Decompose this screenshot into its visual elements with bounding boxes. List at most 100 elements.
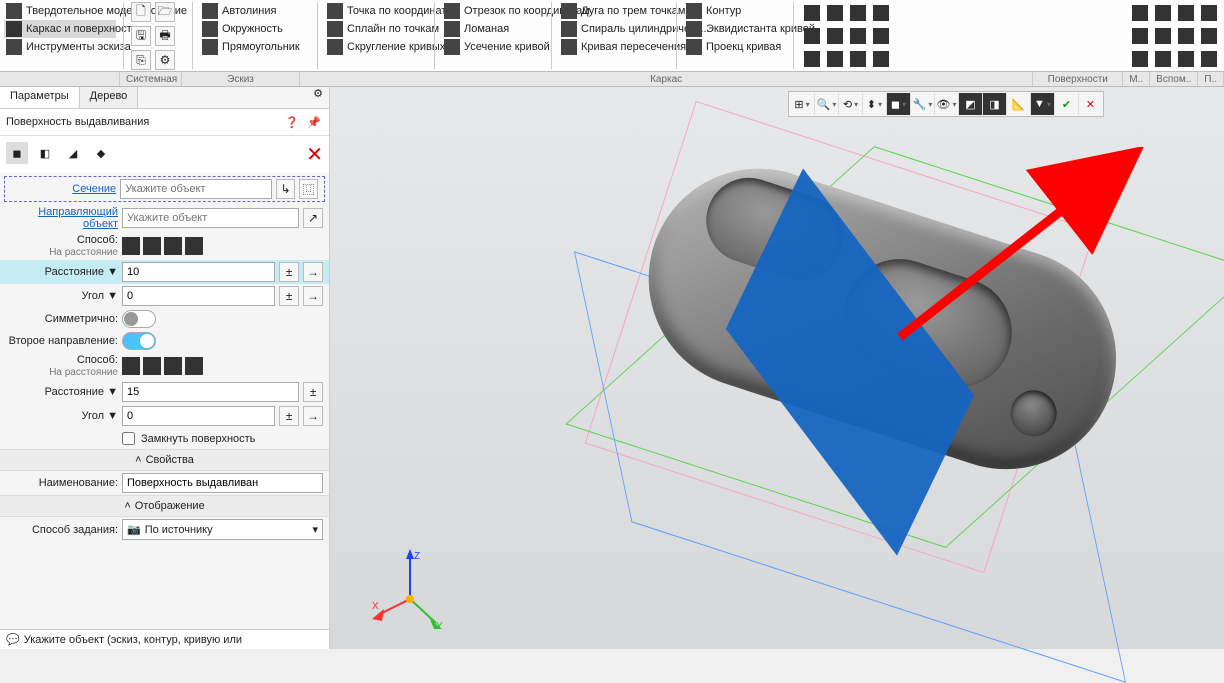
tool-contour[interactable]: Контур [684, 2, 786, 20]
tool-offset-curve[interactable]: Эквидистанта кривой [684, 20, 786, 38]
section-select-icon[interactable]: ↳ [276, 179, 295, 199]
tool-autoline[interactable]: Автолиния [200, 2, 310, 20]
surface-tool-7[interactable] [847, 25, 869, 47]
name-input[interactable] [122, 473, 323, 493]
print-icon[interactable]: 🖶 [155, 26, 175, 46]
method2-2[interactable] [143, 357, 161, 375]
surface-tool-3[interactable] [847, 2, 869, 24]
aux-tool-7[interactable] [1175, 25, 1197, 47]
method-3[interactable] [164, 237, 182, 255]
tool-intersection-curve[interactable]: Кривая пересечения [559, 38, 669, 56]
display-mode-select[interactable]: 📷 По источнику ▾ [122, 519, 323, 540]
angle2-input[interactable] [122, 406, 275, 426]
guide-pick-icon[interactable]: ↗ [303, 208, 323, 228]
view-rotate-icon[interactable]: ⟲ [838, 93, 862, 115]
view-apply-icon[interactable]: ✔ [1054, 93, 1078, 115]
view-eye-icon[interactable]: 👁 [934, 93, 958, 115]
distance-flip-icon[interactable]: → [303, 262, 323, 282]
section-properties[interactable]: ˄Свойства [0, 449, 329, 471]
angle-input[interactable] [122, 286, 275, 306]
close-surface-checkbox[interactable] [122, 432, 135, 445]
surface-tool-9[interactable] [801, 48, 823, 70]
guide-link[interactable]: Направляющий объект [38, 206, 118, 230]
aux-tool-12[interactable] [1198, 48, 1220, 70]
surface-tool-5[interactable] [801, 25, 823, 47]
angle2-flip-icon[interactable]: → [303, 406, 323, 426]
nav-solid-modeling[interactable]: Твердотельное моделирование [4, 2, 116, 20]
view-filter-icon[interactable]: ▼ [1030, 93, 1054, 115]
properties-icon[interactable]: ⚙ [155, 50, 175, 70]
surface-tool-4[interactable] [870, 2, 892, 24]
method-4[interactable] [185, 237, 203, 255]
view-zoom-icon[interactable]: 🔍 [814, 93, 838, 115]
close-feature-icon[interactable]: ✕ [306, 142, 323, 167]
symmetric-toggle[interactable] [122, 310, 156, 328]
aux-tool-10[interactable] [1152, 48, 1174, 70]
surface-tool-1[interactable] [801, 2, 823, 24]
view-orient-icon[interactable]: ⬍ [862, 93, 886, 115]
footer-sketch[interactable]: Эскиз [182, 72, 300, 86]
aux-tool-2[interactable] [1152, 2, 1174, 24]
section-display[interactable]: ˄Отображение [0, 495, 329, 517]
nav-sketch-tools[interactable]: Инструменты эскиза [4, 38, 116, 56]
distance-input[interactable] [122, 262, 275, 282]
distance-stepper[interactable]: ± [279, 262, 299, 282]
tool-point-coords[interactable]: Точка по координатам [325, 2, 427, 20]
tab-parameters[interactable]: Параметры [0, 87, 80, 108]
aux-tool-3[interactable] [1175, 2, 1197, 24]
aux-tool-11[interactable] [1175, 48, 1197, 70]
tool-arc-3pt[interactable]: Дуга по трем точкам [559, 2, 669, 20]
angle2-stepper[interactable]: ± [279, 406, 299, 426]
angle-flip-icon[interactable]: → [303, 286, 323, 306]
surface-tool-12[interactable] [870, 48, 892, 70]
panel-settings-icon[interactable]: ⚙ [307, 87, 329, 108]
footer-m[interactable]: М.. [1123, 72, 1150, 86]
tool-spline-points[interactable]: Сплайн по точкам [325, 20, 427, 38]
footer-p[interactable]: П.. [1198, 72, 1224, 86]
view-measure-icon[interactable]: 📐 [1006, 93, 1030, 115]
surface-tool-10[interactable] [824, 48, 846, 70]
method-1[interactable] [122, 237, 140, 255]
axis-gizmo[interactable]: Z X Y [370, 549, 450, 629]
pin-icon[interactable]: 📌 [305, 113, 323, 131]
distance2-stepper[interactable]: ± [303, 382, 323, 402]
angle-stepper[interactable]: ± [279, 286, 299, 306]
section-sketch-icon[interactable]: ⿶ [299, 179, 318, 199]
footer-surfaces[interactable]: Поверхности [1033, 72, 1123, 86]
tool-circle[interactable]: Окружность [200, 20, 310, 38]
surface-tool-6[interactable] [824, 25, 846, 47]
tool-rectangle[interactable]: Прямоугольник [200, 38, 310, 56]
new-file-icon[interactable]: 🗋 [131, 2, 151, 22]
method-2[interactable] [143, 237, 161, 255]
footer-aux[interactable]: Вспом.. [1150, 72, 1198, 86]
tab-tree[interactable]: Дерево [80, 87, 139, 108]
view-cancel-icon[interactable]: ✕ [1078, 93, 1102, 115]
second-direction-toggle[interactable] [122, 332, 156, 350]
tool-trim-curve[interactable]: Усечение кривой [442, 38, 544, 56]
result-mode-2[interactable]: ◧ [34, 142, 56, 164]
viewport-3d[interactable]: ⊞ 🔍 ⟲ ⬍ ◼ 🔧 👁 ◩ ◨ 📐 ▼ ✔ ✕ Z X Y [330, 87, 1224, 649]
aux-tool-6[interactable] [1152, 25, 1174, 47]
surface-tool-11[interactable] [847, 48, 869, 70]
open-file-icon[interactable]: 🗁 [155, 2, 175, 22]
tool-polyline[interactable]: Ломаная [442, 20, 544, 38]
view-shade-icon[interactable]: ◼ [886, 93, 910, 115]
footer-system[interactable]: Системная [120, 72, 182, 86]
method2-3[interactable] [164, 357, 182, 375]
nav-wireframe-surfaces[interactable]: Каркас и поверхности [4, 20, 116, 38]
aux-tool-4[interactable] [1198, 2, 1220, 24]
method2-4[interactable] [185, 357, 203, 375]
aux-tool-9[interactable] [1129, 48, 1151, 70]
tool-project-curve[interactable]: Проекц кривая [684, 38, 786, 56]
result-mode-4[interactable]: ◆ [90, 142, 112, 164]
help-icon[interactable]: ❓ [283, 113, 301, 131]
section-input[interactable] [120, 179, 272, 199]
surface-tool-8[interactable] [870, 25, 892, 47]
surface-tool-2[interactable] [824, 2, 846, 24]
aux-tool-5[interactable] [1129, 25, 1151, 47]
distance2-input[interactable] [122, 382, 299, 402]
aux-tool-1[interactable] [1129, 2, 1151, 24]
tool-spiral-cyl[interactable]: Спираль цилиндрическ... [559, 20, 669, 38]
tool-segment-coord[interactable]: Отрезок по координатам [442, 2, 544, 20]
view-persp-icon[interactable]: ◩ [958, 93, 982, 115]
